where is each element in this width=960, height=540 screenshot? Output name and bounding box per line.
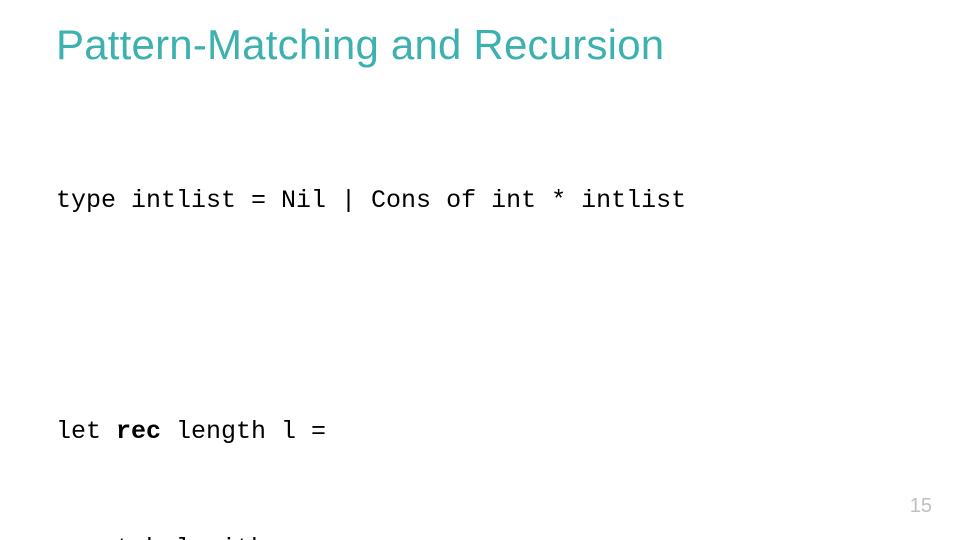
code-line-typedef: type intlist = Nil | Cons of int * intli… <box>56 182 904 221</box>
code-line-match: match l with <box>56 530 904 540</box>
code-kw-let: let <box>56 417 116 446</box>
code-block: type intlist = Nil | Cons of int * intli… <box>56 104 904 540</box>
code-line-letrec: let rec length l = <box>56 413 904 452</box>
code-fn-sig: length l = <box>161 417 326 446</box>
code-blank-line <box>56 298 904 336</box>
page-number: 15 <box>910 495 932 518</box>
slide: Pattern-Matching and Recursion type intl… <box>0 0 960 540</box>
code-kw-rec: rec <box>116 417 161 446</box>
slide-title: Pattern-Matching and Recursion <box>56 22 904 68</box>
